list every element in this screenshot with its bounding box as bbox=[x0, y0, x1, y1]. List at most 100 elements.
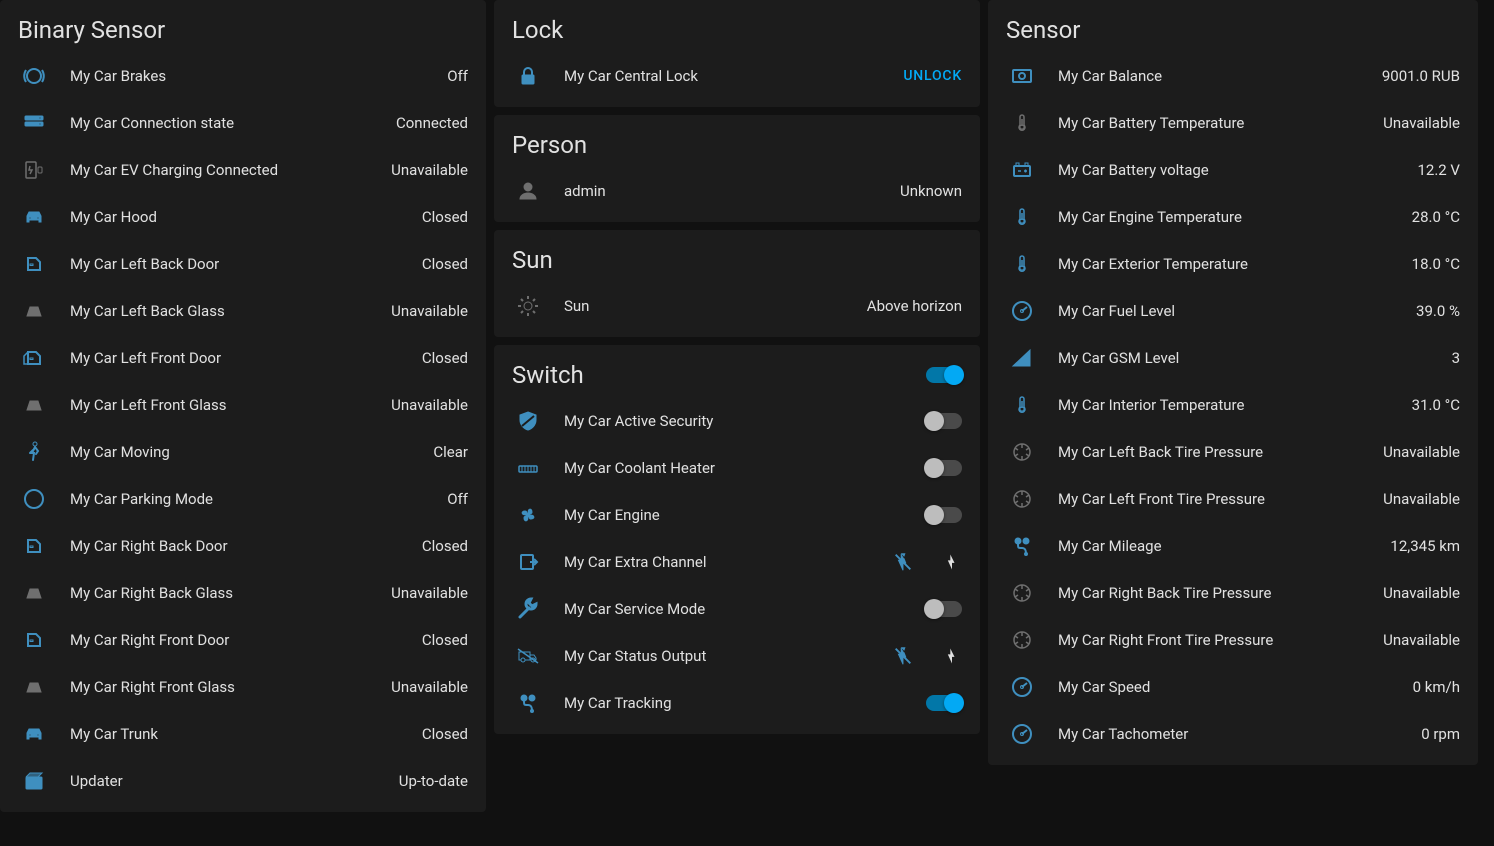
sensor-row[interactable]: My Car GSM Level 3 bbox=[988, 334, 1478, 381]
switch-title: Switch bbox=[512, 361, 584, 389]
walk-icon bbox=[22, 440, 46, 464]
binary-sensor-value: Unavailable bbox=[391, 161, 468, 179]
sensor-row[interactable]: My Car Battery Temperature Unavailable bbox=[988, 99, 1478, 146]
brake-icon bbox=[22, 64, 46, 88]
switch-toggle[interactable] bbox=[926, 413, 962, 429]
sensor-row[interactable]: My Car Right Back Tire Pressure Unavaila… bbox=[988, 569, 1478, 616]
binary-sensor-label: My Car Left Front Door bbox=[70, 349, 422, 367]
switch-row[interactable]: My Car Status Output bbox=[494, 632, 980, 679]
binary-sensor-value: Off bbox=[447, 490, 468, 508]
flash-off-icon[interactable] bbox=[892, 551, 914, 573]
sensor-label: My Car Right Front Tire Pressure bbox=[1058, 631, 1383, 649]
binary-sensor-value: Closed bbox=[422, 255, 468, 273]
parking-icon bbox=[22, 487, 46, 511]
sensor-row[interactable]: My Car Mileage 12,345 km bbox=[988, 522, 1478, 569]
sensor-row[interactable]: My Car Left Back Tire Pressure Unavailab… bbox=[988, 428, 1478, 475]
export-icon bbox=[516, 550, 540, 574]
switch-row[interactable]: My Car Tracking bbox=[494, 679, 980, 726]
binary-sensor-row[interactable]: My Car Parking Mode Off bbox=[0, 475, 486, 522]
switch-master-toggle[interactable] bbox=[926, 367, 962, 383]
binary-sensor-value: Closed bbox=[422, 208, 468, 226]
binary-sensor-value: Clear bbox=[433, 443, 468, 461]
sensor-label: My Car Exterior Temperature bbox=[1058, 255, 1412, 273]
sensor-label: My Car Fuel Level bbox=[1058, 302, 1416, 320]
person-icon bbox=[516, 179, 540, 203]
lock-label: My Car Central Lock bbox=[564, 67, 903, 85]
sensor-value: 9001.0 RUB bbox=[1382, 67, 1460, 85]
binary-sensor-value: Unavailable bbox=[391, 302, 468, 320]
switch-row[interactable]: My Car Extra Channel bbox=[494, 538, 980, 585]
binary-sensor-value: Connected bbox=[396, 114, 468, 132]
binary-sensor-label: Updater bbox=[70, 772, 399, 790]
switch-card: Switch My Car Active Security My Car Coo… bbox=[494, 345, 980, 734]
binary-sensor-row[interactable]: My Car Left Back Glass Unavailable bbox=[0, 287, 486, 334]
sensor-row[interactable]: My Car Speed 0 km/h bbox=[988, 663, 1478, 710]
lock-action[interactable]: UNLOCK bbox=[903, 68, 962, 84]
switch-toggle[interactable] bbox=[926, 695, 962, 711]
sensor-value: 28.0 °C bbox=[1412, 208, 1460, 226]
binary-sensor-label: My Car Right Back Glass bbox=[70, 584, 391, 602]
sensor-row[interactable]: My Car Balance 9001.0 RUB bbox=[988, 52, 1478, 99]
flash-on-icon[interactable] bbox=[942, 646, 962, 666]
binary-sensor-label: My Car Right Back Door bbox=[70, 537, 422, 555]
switch-row[interactable]: My Car Active Security bbox=[494, 397, 980, 444]
flash-off-icon[interactable] bbox=[892, 645, 914, 667]
sensor-row[interactable]: My Car Battery voltage 12.2 V bbox=[988, 146, 1478, 193]
switch-row[interactable]: My Car Coolant Heater bbox=[494, 444, 980, 491]
lock-row[interactable]: My Car Central Lock UNLOCK bbox=[494, 52, 980, 99]
binary-sensor-title: Binary Sensor bbox=[0, 16, 486, 52]
switch-toggle[interactable] bbox=[926, 507, 962, 523]
binary-sensor-value: Closed bbox=[422, 349, 468, 367]
lock-icon bbox=[516, 64, 540, 88]
sensor-row[interactable]: My Car Fuel Level 39.0 % bbox=[988, 287, 1478, 334]
switch-toggle[interactable] bbox=[926, 601, 962, 617]
switch-row[interactable]: My Car Engine bbox=[494, 491, 980, 538]
binary-sensor-row[interactable]: My Car Left Front Door Closed bbox=[0, 334, 486, 381]
binary-sensor-row[interactable]: My Car Right Back Glass Unavailable bbox=[0, 569, 486, 616]
thermometer-icon bbox=[1010, 111, 1034, 135]
binary-sensor-row[interactable]: My Car Left Back Door Closed bbox=[0, 240, 486, 287]
switch-row[interactable]: My Car Service Mode bbox=[494, 585, 980, 632]
sensor-row[interactable]: My Car Left Front Tire Pressure Unavaila… bbox=[988, 475, 1478, 522]
sensor-row[interactable]: My Car Exterior Temperature 18.0 °C bbox=[988, 240, 1478, 287]
binary-sensor-row[interactable]: My Car Trunk Closed bbox=[0, 710, 486, 757]
sensor-row[interactable]: My Car Tachometer 0 rpm bbox=[988, 710, 1478, 757]
sensor-label: My Car GSM Level bbox=[1058, 349, 1452, 367]
binary-sensor-row[interactable]: Updater Up-to-date bbox=[0, 757, 486, 804]
person-value: Unknown bbox=[900, 182, 962, 200]
sun-row[interactable]: Sun Above horizon bbox=[494, 282, 980, 329]
switch-toggle[interactable] bbox=[926, 460, 962, 476]
binary-sensor-row[interactable]: My Car Hood Closed bbox=[0, 193, 486, 240]
gauge-icon bbox=[1010, 722, 1034, 746]
binary-sensor-value: Unavailable bbox=[391, 678, 468, 696]
sensor-row[interactable]: My Car Interior Temperature 31.0 °C bbox=[988, 381, 1478, 428]
gauge-icon bbox=[1010, 675, 1034, 699]
binary-sensor-row[interactable]: My Car Right Back Door Closed bbox=[0, 522, 486, 569]
sensor-value: Unavailable bbox=[1383, 443, 1460, 461]
sensor-value: Unavailable bbox=[1383, 631, 1460, 649]
lock-card: Lock My Car Central Lock UNLOCK bbox=[494, 0, 980, 107]
binary-sensor-row[interactable]: My Car Connection state Connected bbox=[0, 99, 486, 146]
sensor-value: 0 rpm bbox=[1421, 725, 1460, 743]
binary-sensor-row[interactable]: My Car Right Front Glass Unavailable bbox=[0, 663, 486, 710]
sensor-label: My Car Left Back Tire Pressure bbox=[1058, 443, 1383, 461]
switch-label: My Car Coolant Heater bbox=[564, 459, 926, 477]
binary-sensor-row[interactable]: My Car Left Front Glass Unavailable bbox=[0, 381, 486, 428]
sensor-row[interactable]: My Car Engine Temperature 28.0 °C bbox=[988, 193, 1478, 240]
binary-sensor-row[interactable]: My Car Brakes Off bbox=[0, 52, 486, 99]
car-icon bbox=[22, 722, 46, 746]
person-label: admin bbox=[564, 182, 900, 200]
switch-label: My Car Status Output bbox=[564, 647, 892, 665]
person-title: Person bbox=[494, 131, 980, 167]
sun-label: Sun bbox=[564, 297, 867, 315]
thermometer-icon bbox=[1010, 393, 1034, 417]
person-row[interactable]: admin Unknown bbox=[494, 167, 980, 214]
glass-icon bbox=[22, 581, 46, 605]
sensor-row[interactable]: My Car Right Front Tire Pressure Unavail… bbox=[988, 616, 1478, 663]
binary-sensor-row[interactable]: My Car Right Front Door Closed bbox=[0, 616, 486, 663]
binary-sensor-row[interactable]: My Car EV Charging Connected Unavailable bbox=[0, 146, 486, 193]
thermometer-icon bbox=[1010, 205, 1034, 229]
flash-on-icon[interactable] bbox=[942, 552, 962, 572]
binary-sensor-row[interactable]: My Car Moving Clear bbox=[0, 428, 486, 475]
binary-sensor-label: My Car Connection state bbox=[70, 114, 396, 132]
